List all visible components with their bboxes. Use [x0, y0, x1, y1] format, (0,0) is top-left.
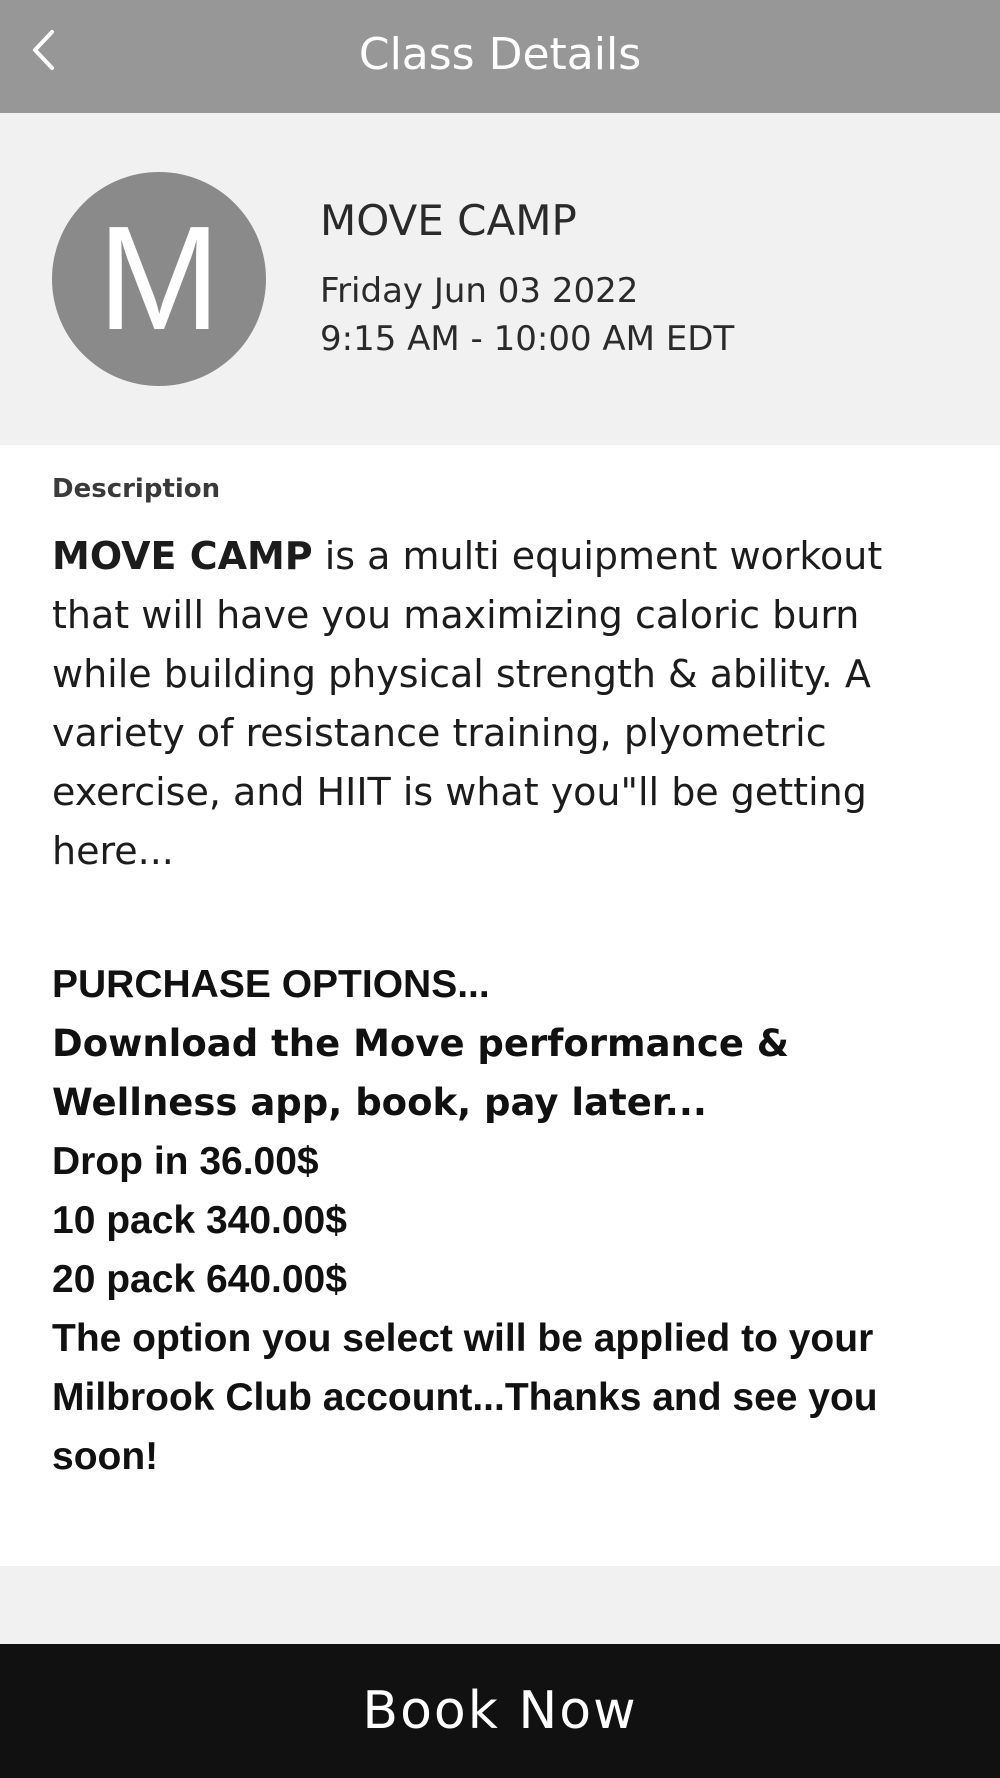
description-label: Description	[52, 474, 221, 504]
book-now-button[interactable]: Book Now	[0, 1644, 1000, 1778]
description-text: MOVE CAMP is a multi equipment workout t…	[52, 527, 952, 881]
class-date: Friday Jun 03 2022	[320, 271, 639, 311]
description-lead-bold: MOVE CAMP	[52, 534, 313, 578]
purchase-line: Download the Move performance &	[52, 1022, 790, 1065]
purchase-line: soon!	[52, 1435, 159, 1478]
top-bar: Class Details	[0, 0, 1000, 113]
purchase-line: The option you select will be applied to…	[52, 1317, 874, 1360]
class-avatar: M	[52, 172, 266, 386]
page-title: Class Details	[358, 29, 642, 80]
class-name: MOVE CAMP	[320, 196, 577, 245]
purchase-line: Milbrook Club account...Thanks and see y…	[52, 1376, 878, 1419]
price-drop-in: Drop in 36.00$	[52, 1140, 319, 1183]
price-10-pack: 10 pack 340.00$	[52, 1199, 347, 1242]
price-20-pack: 20 pack 640.00$	[52, 1258, 347, 1301]
class-time: 9:15 AM - 10:00 AM EDT	[320, 319, 735, 359]
purchase-options: PURCHASE OPTIONS... Download the Move pe…	[52, 955, 982, 1486]
purchase-heading: PURCHASE OPTIONS...	[52, 963, 490, 1006]
purchase-line: Wellness app, book, pay later...	[52, 1081, 707, 1124]
class-header: M MOVE CAMP Friday Jun 03 2022 9:15 AM -…	[0, 113, 1000, 445]
footer-spacer	[0, 1566, 1000, 1644]
description-lead-rest: is a multi equipment workout that will h…	[52, 534, 883, 873]
